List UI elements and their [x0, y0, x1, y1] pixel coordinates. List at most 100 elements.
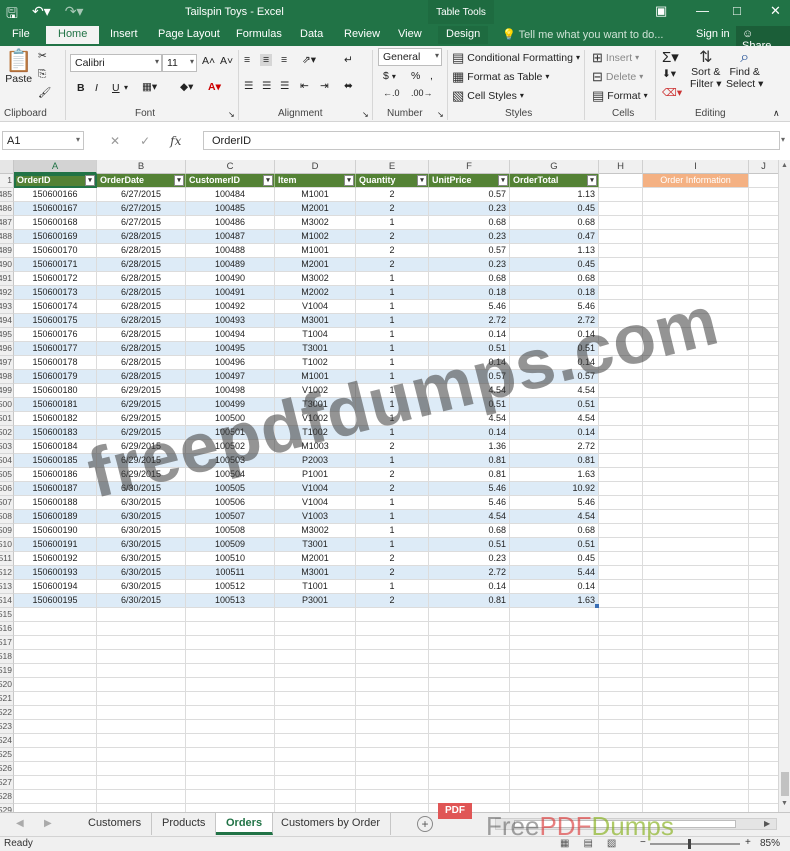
table-cell[interactable]: 1: [356, 384, 429, 398]
empty-cell[interactable]: [643, 650, 749, 664]
empty-cell[interactable]: [599, 188, 643, 202]
empty-cell[interactable]: [749, 720, 778, 734]
table-resize-handle[interactable]: [595, 604, 599, 608]
empty-cell[interactable]: [749, 328, 778, 342]
table-cell[interactable]: 0.57: [429, 370, 510, 384]
table-cell[interactable]: 0.45: [510, 202, 599, 216]
row-header[interactable]: 489: [0, 244, 14, 258]
table-cell[interactable]: 6/29/2015: [97, 426, 186, 440]
filter-dropdown-icon[interactable]: ▾: [498, 175, 508, 186]
table-cell[interactable]: 5.46: [429, 482, 510, 496]
table-cell[interactable]: 2: [356, 566, 429, 580]
table-cell[interactable]: 100489: [186, 258, 275, 272]
table-cell[interactable]: 6/29/2015: [97, 440, 186, 454]
table-cell[interactable]: 6/28/2015: [97, 258, 186, 272]
table-cell[interactable]: 2.72: [510, 314, 599, 328]
row-header[interactable]: 508: [0, 510, 14, 524]
empty-cell[interactable]: [599, 426, 643, 440]
table-cell[interactable]: 5.46: [510, 496, 599, 510]
empty-cell[interactable]: [275, 748, 356, 762]
table-cell[interactable]: 6/28/2015: [97, 244, 186, 258]
empty-cell[interactable]: [643, 314, 749, 328]
expand-formula-icon[interactable]: ▾: [781, 135, 785, 144]
empty-cell[interactable]: [749, 636, 778, 650]
sheet-tab-customers[interactable]: Customers: [78, 813, 153, 835]
table-cell[interactable]: 2: [356, 244, 429, 258]
empty-cell[interactable]: [186, 804, 275, 812]
empty-cell[interactable]: [599, 580, 643, 594]
table-cell[interactable]: 1: [356, 524, 429, 538]
empty-cell[interactable]: [749, 692, 778, 706]
empty-cell[interactable]: [429, 706, 510, 720]
row-header[interactable]: 505: [0, 468, 14, 482]
table-cell[interactable]: 150600192: [14, 552, 97, 566]
decrease-decimal-icon[interactable]: .00→: [411, 88, 433, 98]
empty-cell[interactable]: [643, 244, 749, 258]
empty-cell[interactable]: [356, 664, 429, 678]
empty-cell[interactable]: [599, 482, 643, 496]
table-cell[interactable]: 150600184: [14, 440, 97, 454]
filter-dropdown-icon[interactable]: ▾: [344, 175, 354, 186]
empty-cell[interactable]: [510, 692, 599, 706]
row-header[interactable]: 513: [0, 580, 14, 594]
empty-cell[interactable]: [749, 706, 778, 720]
table-cell[interactable]: 0.23: [429, 258, 510, 272]
table-cell[interactable]: 2.72: [510, 440, 599, 454]
enter-icon[interactable]: ✓: [140, 134, 150, 148]
empty-cell[interactable]: [14, 804, 97, 812]
autosum-icon[interactable]: Σ▾: [662, 48, 679, 66]
table-cell[interactable]: 0.14: [510, 356, 599, 370]
empty-cell[interactable]: [749, 482, 778, 496]
empty-cell[interactable]: [599, 720, 643, 734]
empty-cell[interactable]: [749, 552, 778, 566]
empty-cell[interactable]: [599, 174, 643, 188]
table-cell[interactable]: M1001: [275, 370, 356, 384]
row-header[interactable]: 496: [0, 342, 14, 356]
table-cell[interactable]: 100486: [186, 216, 275, 230]
table-cell[interactable]: 1: [356, 286, 429, 300]
table-cell[interactable]: 1: [356, 314, 429, 328]
table-cell[interactable]: 1: [356, 538, 429, 552]
empty-cell[interactable]: [356, 622, 429, 636]
table-cell[interactable]: M1002: [275, 230, 356, 244]
tab-design[interactable]: Design: [438, 26, 489, 44]
table-cell[interactable]: 150600176: [14, 328, 97, 342]
empty-cell[interactable]: [275, 720, 356, 734]
number-format-combo[interactable]: General ▾: [378, 48, 442, 66]
column-header-b[interactable]: B: [97, 160, 186, 174]
empty-cell[interactable]: [14, 650, 97, 664]
table-cell[interactable]: 0.81: [429, 468, 510, 482]
table-cell[interactable]: T3001: [275, 538, 356, 552]
empty-cell[interactable]: [510, 762, 599, 776]
empty-cell[interactable]: [275, 692, 356, 706]
fill-icon[interactable]: ⬇▾: [662, 68, 676, 80]
table-cell[interactable]: V1003: [275, 510, 356, 524]
empty-cell[interactable]: [599, 748, 643, 762]
empty-cell[interactable]: [510, 734, 599, 748]
empty-cell[interactable]: [643, 706, 749, 720]
empty-cell[interactable]: [599, 258, 643, 272]
empty-cell[interactable]: [510, 678, 599, 692]
bold-button[interactable]: B: [77, 82, 85, 94]
empty-cell[interactable]: [749, 412, 778, 426]
empty-cell[interactable]: [186, 664, 275, 678]
table-cell[interactable]: 0.14: [510, 580, 599, 594]
chevron-down-icon[interactable]: ▾: [124, 83, 128, 92]
table-cell[interactable]: 100485: [186, 202, 275, 216]
row-header[interactable]: 523: [0, 720, 14, 734]
hscroll-thumb[interactable]: [514, 820, 736, 828]
empty-cell[interactable]: [510, 720, 599, 734]
table-cell[interactable]: 6/30/2015: [97, 552, 186, 566]
table-cell[interactable]: 0.14: [510, 426, 599, 440]
empty-cell[interactable]: [643, 496, 749, 510]
table-cell[interactable]: 0.51: [429, 538, 510, 552]
empty-cell[interactable]: [356, 650, 429, 664]
empty-cell[interactable]: [510, 650, 599, 664]
align-center-icon[interactable]: ☰: [262, 80, 271, 92]
table-cell[interactable]: 100492: [186, 300, 275, 314]
table-cell[interactable]: 5.46: [429, 496, 510, 510]
row-header[interactable]: 495: [0, 328, 14, 342]
table-cell[interactable]: 6/29/2015: [97, 384, 186, 398]
table-cell[interactable]: 1: [356, 426, 429, 440]
empty-cell[interactable]: [599, 384, 643, 398]
